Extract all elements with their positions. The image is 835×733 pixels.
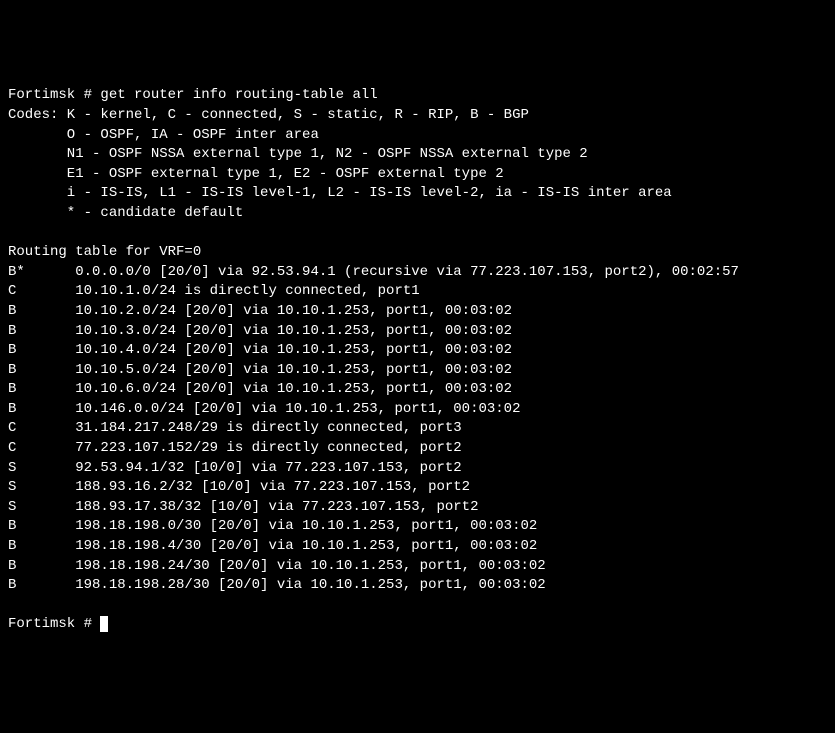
route-entry: B 10.10.2.0/24 [20/0] via 10.10.1.253, p… [8, 302, 827, 322]
route-entry: C 31.184.217.248/29 is directly connecte… [8, 419, 827, 439]
command-line: Fortimsk # get router info routing-table… [8, 86, 827, 106]
route-entry: B 198.18.198.0/30 [20/0] via 10.10.1.253… [8, 517, 827, 537]
route-entry: B 10.10.3.0/24 [20/0] via 10.10.1.253, p… [8, 322, 827, 342]
route-entry: B* 0.0.0.0/0 [20/0] via 92.53.94.1 (recu… [8, 263, 827, 283]
codes-line: i - IS-IS, L1 - IS-IS level-1, L2 - IS-I… [8, 184, 827, 204]
route-entry: B 10.146.0.0/24 [20/0] via 10.10.1.253, … [8, 400, 827, 420]
codes-line: Codes: K - kernel, C - connected, S - st… [8, 106, 827, 126]
route-entry: C 77.223.107.152/29 is directly connecte… [8, 439, 827, 459]
route-entry: B 10.10.4.0/24 [20/0] via 10.10.1.253, p… [8, 341, 827, 361]
table-header: Routing table for VRF=0 [8, 243, 827, 263]
route-entry: B 10.10.6.0/24 [20/0] via 10.10.1.253, p… [8, 380, 827, 400]
codes-line: E1 - OSPF external type 1, E2 - OSPF ext… [8, 165, 827, 185]
cursor-icon [100, 616, 108, 632]
codes-line: * - candidate default [8, 204, 827, 224]
terminal-output[interactable]: Fortimsk # get router info routing-table… [8, 86, 827, 635]
route-entry: S 188.93.16.2/32 [10/0] via 77.223.107.1… [8, 478, 827, 498]
blank-line [8, 224, 827, 244]
route-entry: B 198.18.198.4/30 [20/0] via 10.10.1.253… [8, 537, 827, 557]
blank-line [8, 596, 827, 616]
route-entry: S 188.93.17.38/32 [10/0] via 77.223.107.… [8, 498, 827, 518]
route-entry: B 10.10.5.0/24 [20/0] via 10.10.1.253, p… [8, 361, 827, 381]
codes-line: N1 - OSPF NSSA external type 1, N2 - OSP… [8, 145, 827, 165]
prompt-line: Fortimsk # [8, 615, 827, 635]
route-entry: C 10.10.1.0/24 is directly connected, po… [8, 282, 827, 302]
route-entry: B 198.18.198.24/30 [20/0] via 10.10.1.25… [8, 557, 827, 577]
codes-line: O - OSPF, IA - OSPF inter area [8, 126, 827, 146]
route-entry: B 198.18.198.28/30 [20/0] via 10.10.1.25… [8, 576, 827, 596]
route-entry: S 92.53.94.1/32 [10/0] via 77.223.107.15… [8, 459, 827, 479]
